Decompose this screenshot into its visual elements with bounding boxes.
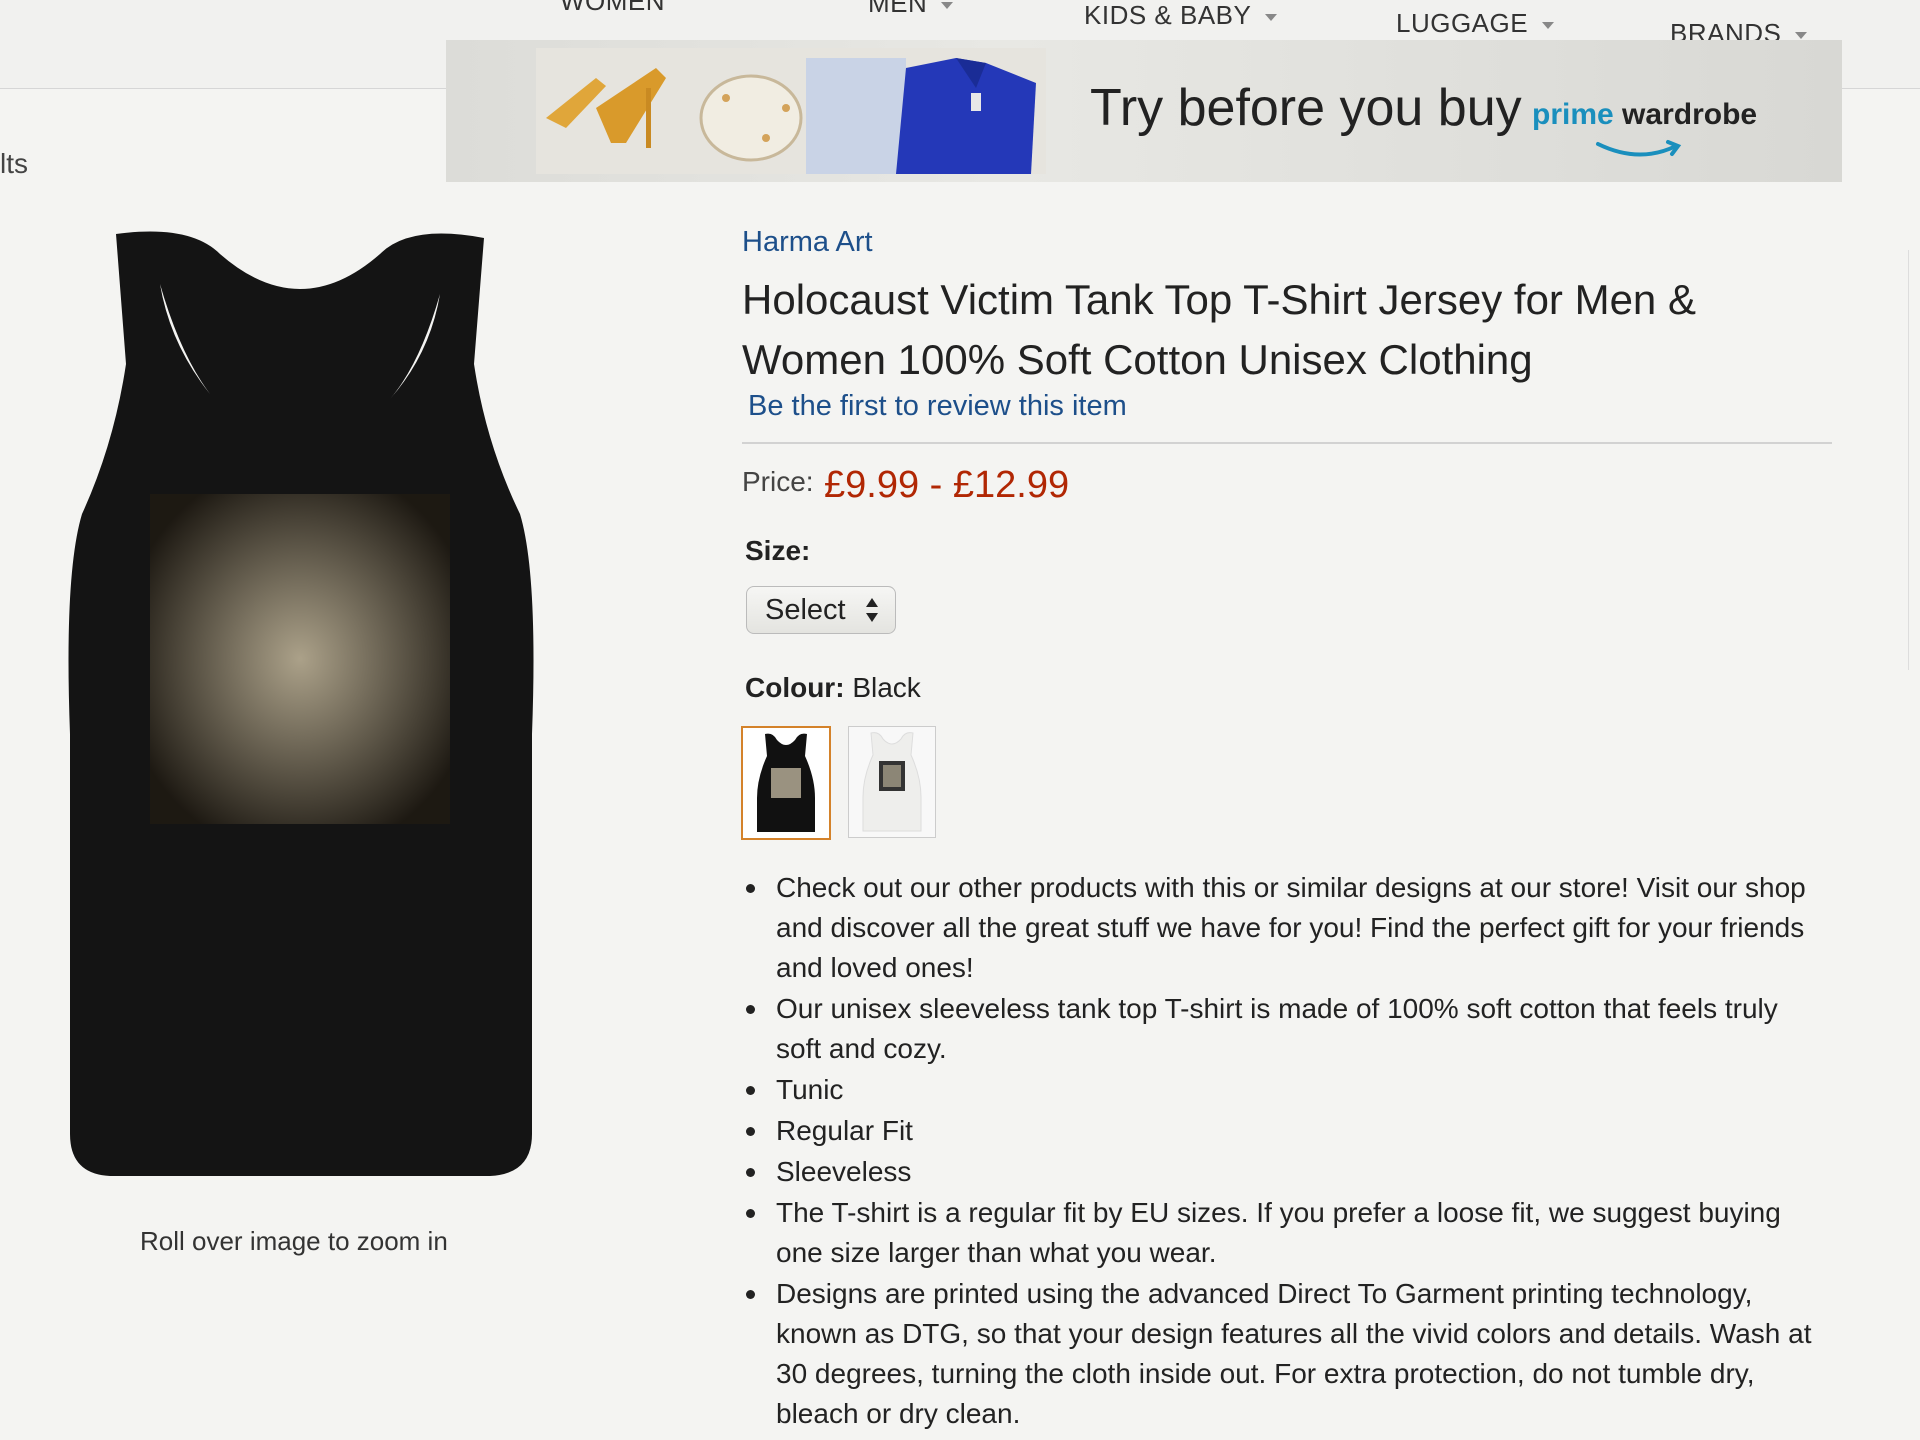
- nav-item-luggage[interactable]: LUGGAGE: [1396, 8, 1555, 39]
- sidebar-crumb[interactable]: lts: [0, 148, 28, 180]
- product-title: Holocaust Victim Tank Top T-Shirt Jersey…: [742, 276, 1696, 383]
- nav-item-label: MEN: [868, 0, 928, 18]
- review-link[interactable]: Be the first to review this item: [748, 390, 1127, 423]
- chevron-down-icon: [1542, 21, 1555, 29]
- feature-bullet: Tunic: [742, 1070, 1822, 1110]
- swatch-white[interactable]: [848, 726, 936, 838]
- wardrobe-logo-text: wardrobe: [1622, 98, 1758, 131]
- size-select[interactable]: Select: [746, 586, 896, 634]
- feature-bullet: Our unisex sleeveless tank top T-shirt i…: [742, 989, 1822, 1069]
- prime-wardrobe-banner[interactable]: Try before you buy prime wardrobe: [446, 40, 1842, 182]
- divider: [742, 442, 1832, 444]
- swatch-white-image: [862, 732, 922, 832]
- product-main-image[interactable]: [50, 214, 550, 1194]
- colour-label: Colour:: [745, 672, 845, 703]
- swatch-black[interactable]: [741, 726, 831, 840]
- size-select-value: Select: [765, 594, 846, 626]
- nav-item-men[interactable]: MEN: [868, 0, 954, 19]
- nav-item-label: KIDS & BABY: [1084, 0, 1252, 30]
- nav-item-women[interactable]: WOMEN: [560, 0, 665, 17]
- nav-item-kids-baby[interactable]: KIDS & BABY: [1084, 0, 1278, 31]
- feature-bullet: The T-shirt is a regular fit by EU sizes…: [742, 1193, 1822, 1273]
- nav-item-label: LUGGAGE: [1396, 8, 1529, 38]
- banner-products-image: [536, 48, 1046, 174]
- colour-value: Black: [852, 672, 921, 703]
- size-label: Size:: [745, 535, 811, 566]
- feature-bullets: Check out our other products with this o…: [742, 868, 1822, 1435]
- brand-link[interactable]: Harma Art: [742, 226, 873, 259]
- chevron-down-icon: [1795, 31, 1808, 39]
- select-arrows-icon: [866, 598, 878, 622]
- feature-bullet: Check out our other products with this o…: [742, 868, 1822, 988]
- feature-bullet: Designs are printed using the advanced D…: [742, 1274, 1822, 1434]
- banner-headline: Try before you buy: [1090, 79, 1522, 137]
- amazon-smile-icon: [1596, 140, 1682, 157]
- colour-row: Colour: Black: [745, 672, 921, 704]
- chevron-down-icon: [941, 1, 954, 9]
- price-value: £9.99 - £12.99: [824, 464, 1070, 506]
- swatch-black-image: [757, 733, 815, 832]
- nav-item-label: WOMEN: [560, 0, 666, 16]
- prime-wardrobe-logo: prime wardrobe: [1532, 98, 1757, 132]
- feature-bullet: Regular Fit: [742, 1111, 1822, 1151]
- zoom-hint: Roll over image to zoom in: [140, 1226, 448, 1256]
- price-label: Price:: [742, 466, 814, 497]
- scrollbar[interactable]: [1908, 250, 1920, 670]
- feature-bullet: Sleeveless: [742, 1152, 1822, 1192]
- prime-logo-text: prime: [1532, 98, 1614, 131]
- chevron-down-icon: [1265, 13, 1278, 21]
